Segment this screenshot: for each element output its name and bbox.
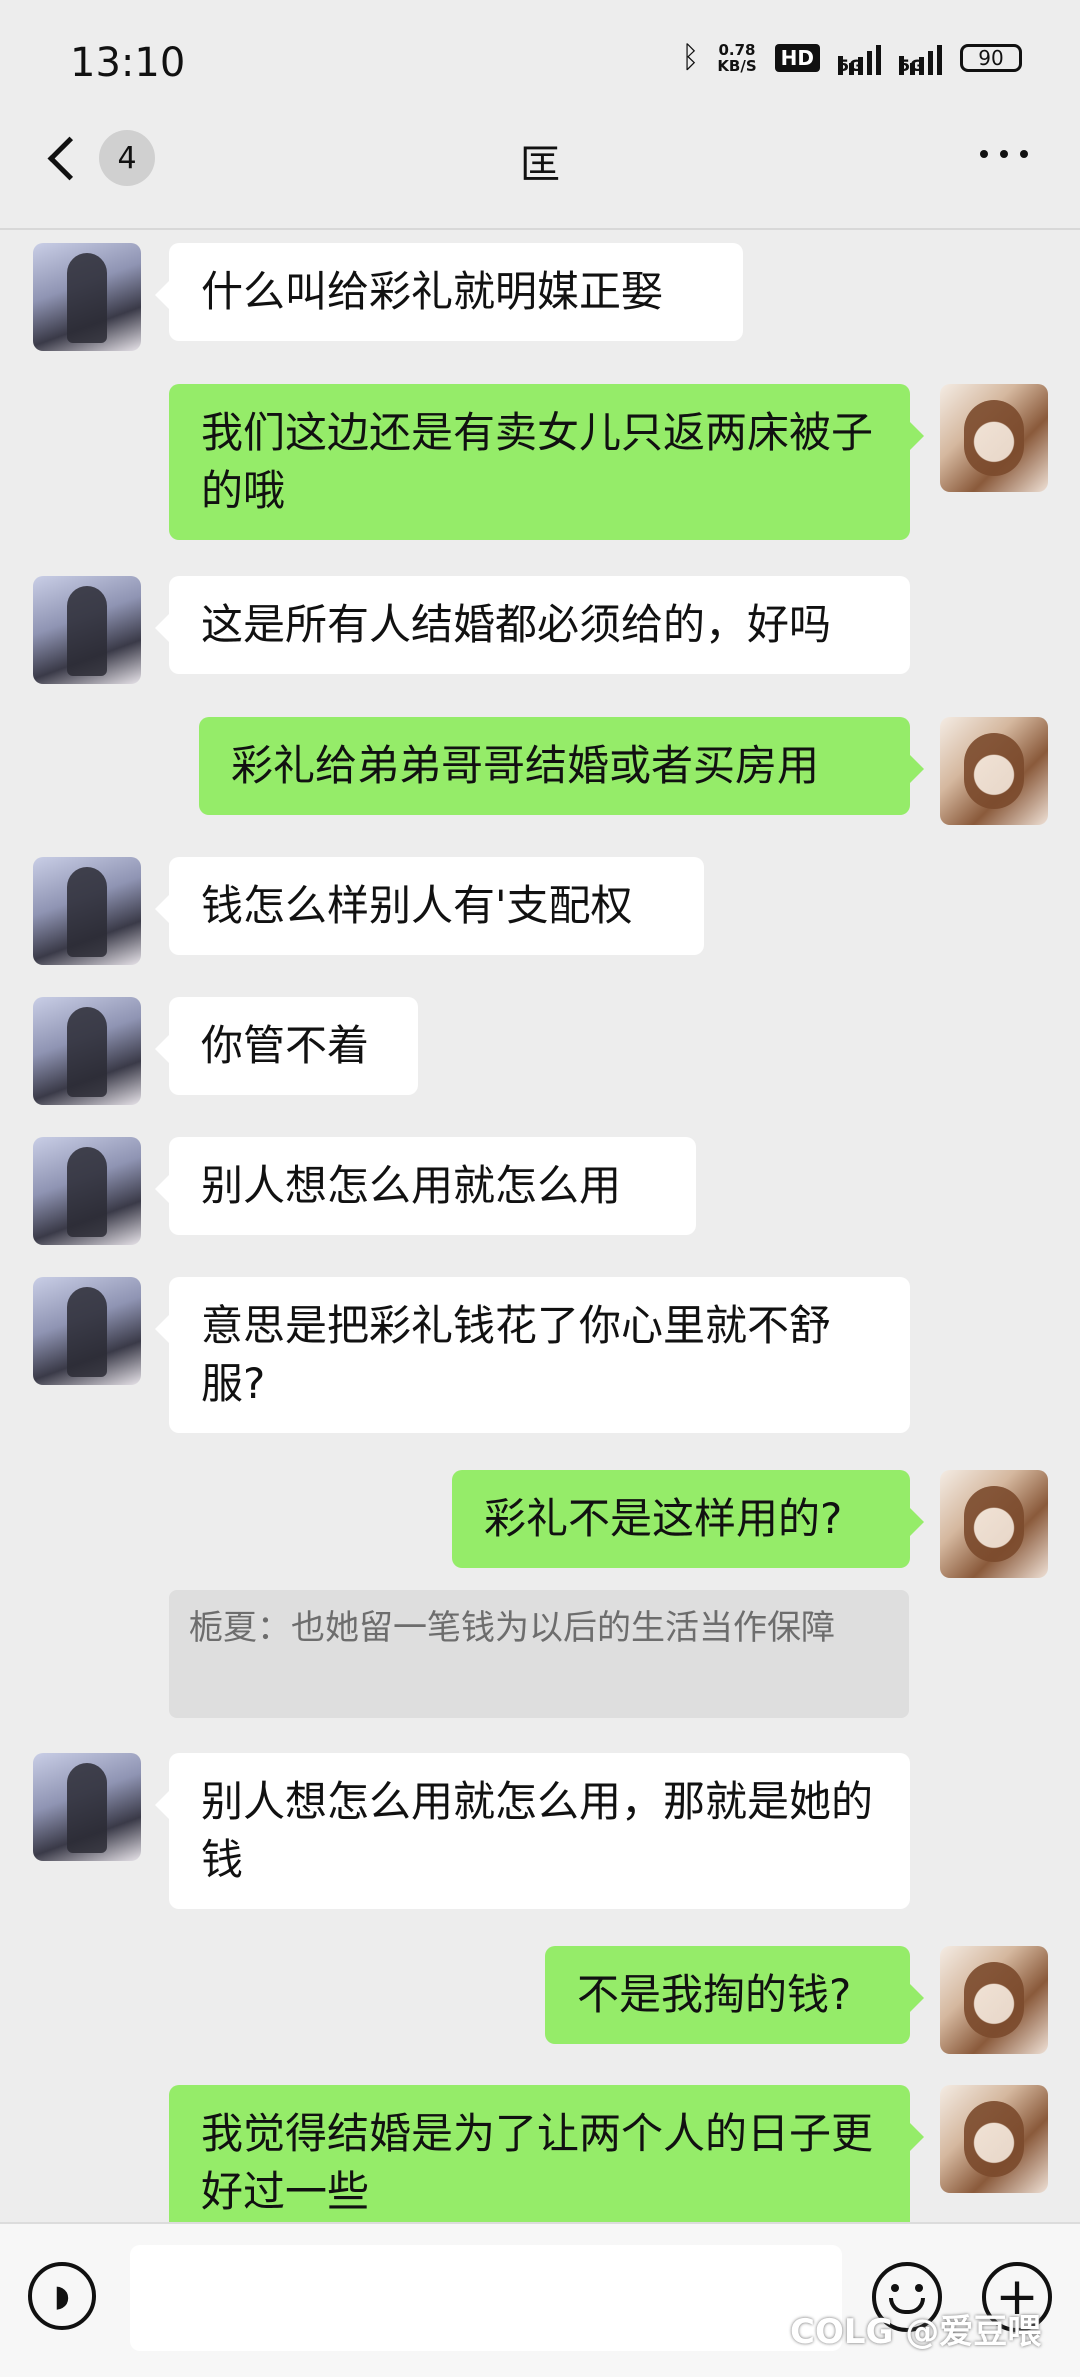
avatar-self[interactable] [940, 1470, 1048, 1578]
message-bubble-other[interactable]: 别人想怎么用就怎么用，那就是她的钱 [155, 1753, 910, 1909]
sim2-label: 5G [899, 55, 923, 75]
more-options-button[interactable] [980, 150, 1028, 158]
status-time: 13:10 [70, 40, 186, 86]
message-bubble-other[interactable]: 钱怎么样别人有'支配权 [155, 857, 704, 955]
message-bubble-self[interactable]: 彩礼给弟弟哥哥结婚或者买房用 [199, 717, 924, 815]
message-bubble-other[interactable]: 什么叫给彩礼就明媒正娶 [155, 243, 743, 341]
avatar-other[interactable] [33, 997, 141, 1105]
hd-icon: HD [774, 43, 820, 72]
avatar-self[interactable] [940, 2085, 1048, 2193]
message-bubble-self[interactable]: 不是我掏的钱? [545, 1946, 924, 2044]
message-bubble-other[interactable]: 意思是把彩礼钱花了你心里就不舒服? [155, 1277, 910, 1433]
avatar-self[interactable] [940, 384, 1048, 492]
message-bubble-other[interactable]: 别人想怎么用就怎么用 [155, 1137, 696, 1235]
net-speed: 0.78 KB/S [717, 42, 756, 74]
message-bubble-self[interactable]: 我们这边还是有卖女儿只返两床被子的哦 [169, 384, 924, 540]
header-divider [0, 228, 1080, 230]
status-icons: ᛒ 0.78 KB/S HD 5G 5G 90 [681, 40, 1022, 75]
avatar-other[interactable] [33, 857, 141, 965]
avatar-self[interactable] [940, 717, 1048, 825]
avatar-self[interactable] [940, 1946, 1048, 2054]
message-bubble-self[interactable]: 彩礼不是这样用的? [452, 1470, 924, 1568]
watermark: COLG @爱豆喂 [790, 2312, 1042, 2352]
net-speed-unit: KB/S [717, 56, 757, 75]
avatar-other[interactable] [33, 243, 141, 351]
net-speed-value: 0.78 [718, 40, 756, 59]
sim1-label: 5G [838, 55, 862, 75]
avatar-other[interactable] [33, 1277, 141, 1385]
status-bar: 13:10 ᛒ 0.78 KB/S HD 5G 5G 90 [0, 0, 1080, 120]
voice-icon: ◗ [54, 2278, 70, 2314]
message-bubble-other[interactable]: 你管不着 [155, 997, 418, 1095]
chat-title: 匡 [520, 142, 560, 188]
quoted-message[interactable]: 栀夏：也她留一笔钱为以后的生活当作保障 [169, 1590, 909, 1718]
signal-icon-1: 5G [838, 41, 881, 75]
message-bubble-other[interactable]: 这是所有人结婚都必须给的，好吗 [155, 576, 910, 674]
battery-icon: 90 [960, 43, 1022, 72]
avatar-other[interactable] [33, 576, 141, 684]
message-bubble-self[interactable]: 我觉得结婚是为了让两个人的日子更好过一些 [169, 2085, 924, 2241]
avatar-other[interactable] [33, 1753, 141, 1861]
signal-icon-2: 5G [899, 41, 942, 75]
bluetooth-icon: ᛒ [681, 40, 700, 75]
avatar-other[interactable] [33, 1137, 141, 1245]
more-dots-icon [980, 150, 988, 158]
voice-button[interactable]: ◗ [28, 2262, 96, 2330]
message-input[interactable] [130, 2245, 842, 2351]
